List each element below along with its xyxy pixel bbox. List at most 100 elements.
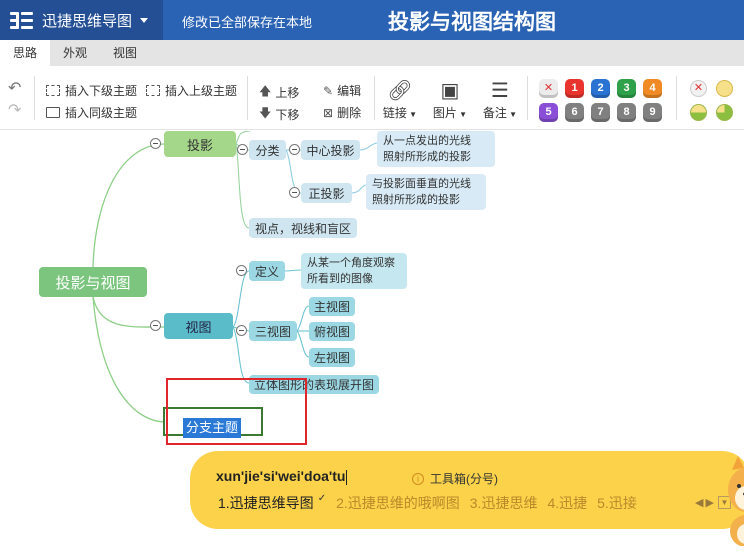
ime-candidate-4[interactable]: 4.迅捷 [547,493,587,513]
node-classify[interactable]: 分类 [249,140,286,160]
progress-clear-icon[interactable]: ✕ [690,80,707,97]
note-icon: ☰ [491,80,509,102]
app-menu-button[interactable]: 迅捷思维导图 [0,0,163,40]
arrow-up-icon: 🡅 [259,84,272,98]
insert-parent-label: 插入上级主题 [165,84,238,98]
priority-9-icon[interactable]: 9 [643,103,662,122]
prev-page-icon[interactable]: ◀ [695,496,703,509]
ime-toolbox-button[interactable]: i 工具箱(分号) [412,470,498,487]
progress-0-icon[interactable] [716,80,733,97]
insert-sibling-button[interactable]: 插入同级主题 [46,104,137,121]
priority-2-icon[interactable]: 2 [591,79,610,98]
ime-candidates: 1.迅捷思维导图 ✓ 2.迅捷思维的哦啊图 3.迅捷思维 4.迅捷 5.迅接 [218,493,647,513]
move-up-button[interactable]: 🡅 上移 [259,82,299,103]
text-cursor [346,469,348,485]
toolbar-divider [527,76,528,120]
priority-7-icon[interactable]: 7 [591,103,610,122]
next-page-icon[interactable]: ▶ [705,496,713,509]
move-down-button[interactable]: 🡇 下移 [259,104,299,125]
insert-sibling-label: 插入同级主题 [65,106,138,120]
priority-clear-icon[interactable]: ✕ [539,79,558,98]
node-definition-description[interactable]: 从某一个角度观察 所看到的图像 [301,253,407,289]
node-three-views[interactable]: 三视图 [249,321,297,341]
priority-6-icon[interactable]: 6 [565,103,584,122]
collapse-toggle-icon[interactable] [289,187,300,198]
delete-icon: ⊠ [323,105,334,120]
highlight-box [166,378,307,445]
image-button[interactable]: ▣ 图片 ▼ [430,78,470,121]
node-view[interactable]: 视图 [164,313,233,339]
definition-desc-line-1: 从某一个角度观察 [307,257,395,269]
tab-view[interactable]: 视图 [100,40,150,66]
collapse-toggle-icon[interactable] [150,320,161,331]
collapse-toggle-icon[interactable] [150,138,161,149]
edit-label: 编辑 [337,84,362,98]
ime-pinyin-input[interactable]: xun'jie'si'wei'doa'tu [216,468,348,485]
priority-4-icon[interactable]: 4 [643,79,662,98]
ime-pinyin-text: xun'jie'si'wei'doa'tu [216,468,346,484]
redo-icon[interactable]: ↷ [8,100,21,120]
definition-desc-line-2: 所看到的图像 [307,273,373,285]
document-title[interactable]: 投影与视图结构图 [388,6,556,36]
collapse-toggle-icon[interactable] [289,144,300,155]
delete-button[interactable]: ⊠ 删除 [323,104,361,121]
note-button[interactable]: ☰ 备注 ▼ [480,78,520,121]
undo-icon[interactable]: ↶ [8,78,21,98]
collapse-toggle-icon[interactable] [236,265,247,276]
priority-3-icon[interactable]: 3 [617,79,636,98]
priority-8-icon[interactable]: 8 [617,103,636,122]
link-icon: 🔗︎ [387,80,413,102]
link-button[interactable]: 🔗︎ 链接 ▼ [380,78,420,121]
ime-candidate-2[interactable]: 2.迅捷思维的哦啊图 [336,493,460,513]
toolbox-icon: i [412,472,424,485]
progress-half-icon[interactable] [690,104,707,121]
priority-5-icon[interactable]: 5 [539,103,558,122]
ribbon-tabs: 思路 外观 视图 [0,40,744,66]
central-desc-line-1: 从一点发出的光线 [383,135,471,147]
edit-button[interactable]: ✎ 编辑 [323,82,361,99]
mindmap-logo-icon [10,10,34,30]
tab-thinking[interactable]: 思路 [0,40,51,66]
collapse-toggle-icon[interactable] [237,144,248,155]
node-central-projection[interactable]: 中心投影 [301,140,360,160]
mascot-dog-icon [728,456,744,546]
save-status: 修改已全部保存在本地 [182,15,313,30]
insert-parent-button[interactable]: 插入上级主题 [146,82,237,99]
priority-1-icon[interactable]: 1 [565,79,584,98]
toolbar: ↶ ↷ 插入下级主题 插入上级主题 插入同级主题 🡅 上移 🡇 下移 ✎ 编辑 … [0,66,744,130]
progress-three-quarter-icon[interactable] [716,104,733,121]
node-left-view[interactable]: 左视图 [309,348,355,367]
title-bar: 迅捷思维导图 修改已全部保存在本地 投影与视图结构图 [0,0,744,40]
ime-candidate-3[interactable]: 3.迅捷思维 [470,493,538,513]
insert-child-icon [46,85,60,96]
check-icon: ✓ [317,493,327,504]
node-orthographic-projection[interactable]: 正投影 [301,183,352,203]
toolbar-divider [374,76,375,120]
central-desc-line-2: 照射所形成的投影 [383,151,471,163]
ime-candidate-1[interactable]: 1.迅捷思维导图 [218,493,314,513]
image-icon: ▣ [440,80,460,102]
root-node[interactable]: 投影与视图 [39,267,147,297]
ime-candidate-bar: xun'jie'si'wei'doa'tu i 工具箱(分号) 1.迅捷思维导图… [190,451,744,529]
node-orthographic-description[interactable]: 与投影面垂直的光线 照射所形成的投影 [366,174,486,210]
note-label: 备注 [482,106,507,120]
move-down-label: 下移 [275,108,300,122]
toolbar-divider [676,76,677,120]
node-top-view[interactable]: 俯视图 [309,322,355,341]
node-viewpoint[interactable]: 视点，视线和盲区 [249,218,357,238]
node-front-view[interactable]: 主视图 [309,297,355,316]
ime-candidate-5[interactable]: 5.迅接 [597,493,637,513]
insert-child-button[interactable]: 插入下级主题 [46,82,137,99]
ime-toolbox-label: 工具箱(分号) [430,472,498,486]
arrow-down-icon: 🡇 [259,106,272,120]
orthographic-desc-line-1: 与投影面垂直的光线 [372,178,471,190]
toolbar-divider [247,76,248,120]
insert-child-label: 插入下级主题 [65,84,138,98]
node-definition[interactable]: 定义 [249,261,285,281]
node-central-description[interactable]: 从一点发出的光线 照射所形成的投影 [377,131,495,167]
collapse-toggle-icon[interactable] [236,325,247,336]
node-projection[interactable]: 投影 [164,131,236,157]
toolbar-divider [34,76,35,120]
pencil-icon: ✎ [323,83,334,98]
tab-appearance[interactable]: 外观 [50,40,100,66]
